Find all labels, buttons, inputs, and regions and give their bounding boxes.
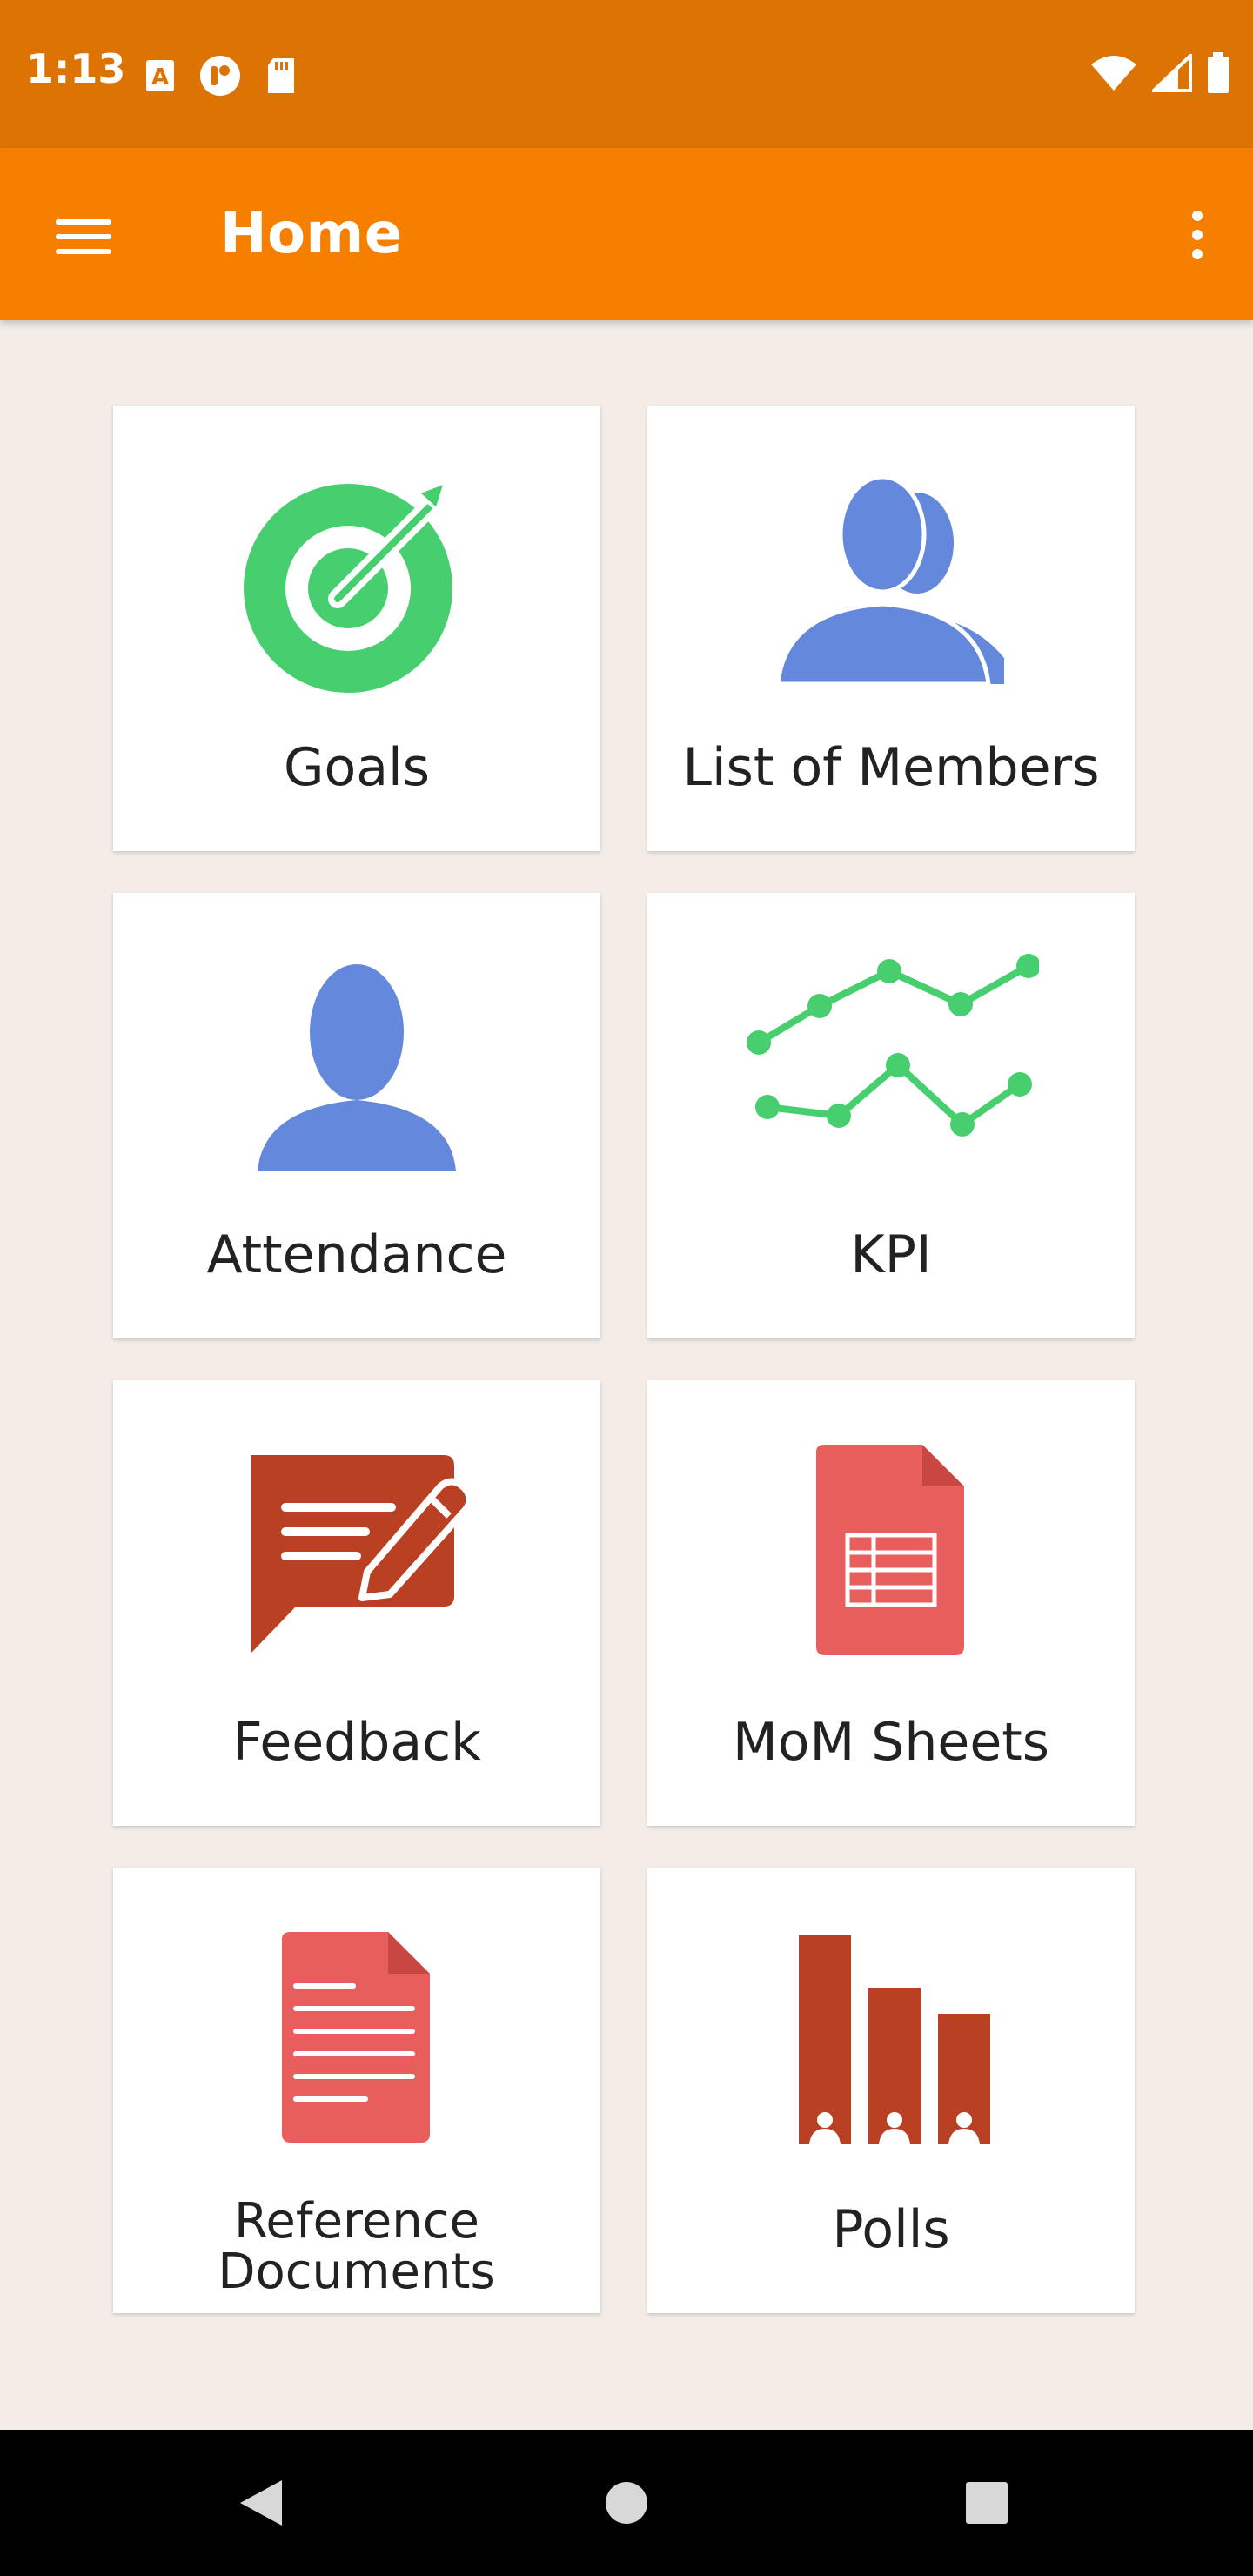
tile-label: KPI [850,1224,932,1285]
tile-label-line-2: Documents [218,2244,496,2300]
a-notification-icon: A [146,60,174,91]
status-icons-right [1089,52,1230,94]
hamburger-menu-icon[interactable] [45,200,124,270]
line-chart-icon [747,954,1039,1137]
more-vert-icon[interactable] [1176,191,1218,278]
tile-label: Attendance [206,1224,507,1285]
sd-card-icon [268,58,294,93]
tile-feedback[interactable]: Feedback [113,1380,600,1826]
page-title: Home [220,202,403,266]
tile-label: MoM Sheets [732,1712,1050,1773]
app-notification-icon [200,56,240,96]
app-bar: Home [0,148,1253,320]
tile-label: Feedback [232,1712,481,1773]
tile-label-line-1: Reference [234,2193,479,2250]
spreadsheet-icon [816,1445,964,1655]
tile-label: Reference Documents [113,2197,600,2298]
navigation-bar [0,2430,1253,2576]
tile-reference-documents[interactable]: Reference Documents [113,1868,600,2313]
tile-polls[interactable]: Polls [647,1868,1135,2313]
tile-label: Goals [284,737,430,798]
person-icon [258,964,456,1171]
tile-label: List of Members [682,737,1100,798]
tile-list-of-members[interactable]: List of Members [647,406,1135,851]
tile-label: Polls [832,2199,950,2260]
status-icons-left: A [144,54,298,97]
home-grid: Goals List of Members Attendance KPI Fee… [113,406,1135,2313]
tile-attendance[interactable]: Attendance [113,893,600,1338]
status-bar: 1:13 A [0,0,1253,148]
feedback-icon [251,1455,473,1654]
status-time: 1:13 [26,45,126,92]
target-icon [244,479,452,693]
recents-icon[interactable] [964,2480,1009,2526]
wifi-icon [1091,56,1136,91]
members-group-icon [775,474,1004,687]
svg-text:A: A [151,64,169,91]
back-icon[interactable] [237,2477,285,2529]
document-icon [282,1932,430,2143]
bar-chart-icon [799,1935,990,2144]
cell-signal-icon [1152,54,1192,92]
tile-kpi[interactable]: KPI [647,893,1135,1338]
battery-icon [1208,52,1229,93]
home-icon[interactable] [604,2480,649,2526]
tile-mom-sheets[interactable]: MoM Sheets [647,1380,1135,1826]
tile-goals[interactable]: Goals [113,406,600,851]
